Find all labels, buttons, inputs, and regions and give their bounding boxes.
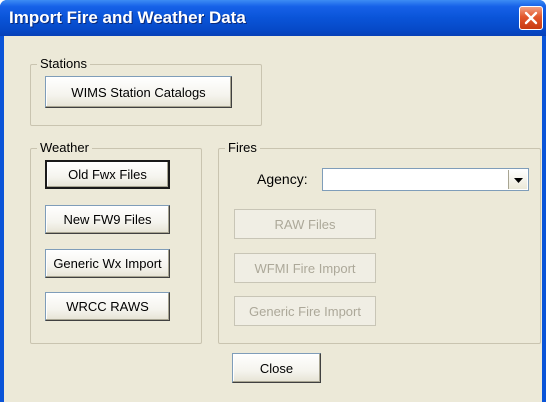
- wrcc-raws-button[interactable]: WRCC RAWS: [45, 292, 170, 321]
- window-close-button[interactable]: [519, 6, 543, 30]
- weather-group: Weather Old Fwx Files New FW9 Files Gene…: [30, 140, 202, 344]
- agency-select[interactable]: [322, 168, 529, 191]
- fires-group: Fires Agency: RAW Files WFMI Fire Import…: [218, 140, 541, 344]
- new-fw9-files-button[interactable]: New FW9 Files: [45, 205, 170, 234]
- stations-group: Stations WIMS Station Catalogs: [30, 56, 262, 126]
- raw-files-button[interactable]: RAW Files: [234, 209, 376, 239]
- fires-group-label: Fires: [225, 140, 260, 156]
- window-title: Import Fire and Weather Data: [9, 8, 246, 27]
- import-dialog-window: Import Fire and Weather Data Stations WI…: [0, 0, 546, 402]
- title-bar[interactable]: Import Fire and Weather Data: [0, 0, 546, 36]
- stations-group-label: Stations: [37, 56, 90, 72]
- chevron-down-icon: [513, 171, 523, 189]
- close-button[interactable]: Close: [232, 353, 321, 383]
- generic-fire-import-button[interactable]: Generic Fire Import: [234, 296, 376, 326]
- agency-label: Agency:: [257, 171, 308, 187]
- close-icon: [524, 11, 538, 25]
- old-fwx-files-button[interactable]: Old Fwx Files: [45, 160, 170, 189]
- agency-dropdown-button[interactable]: [508, 170, 527, 189]
- dialog-client-area: Stations WIMS Station Catalogs Weather O…: [4, 36, 542, 402]
- wfmi-fire-import-button[interactable]: WFMI Fire Import: [234, 253, 376, 283]
- generic-wx-import-button[interactable]: Generic Wx Import: [45, 249, 170, 278]
- wims-station-catalogs-button[interactable]: WIMS Station Catalogs: [45, 76, 232, 108]
- weather-group-label: Weather: [37, 140, 92, 156]
